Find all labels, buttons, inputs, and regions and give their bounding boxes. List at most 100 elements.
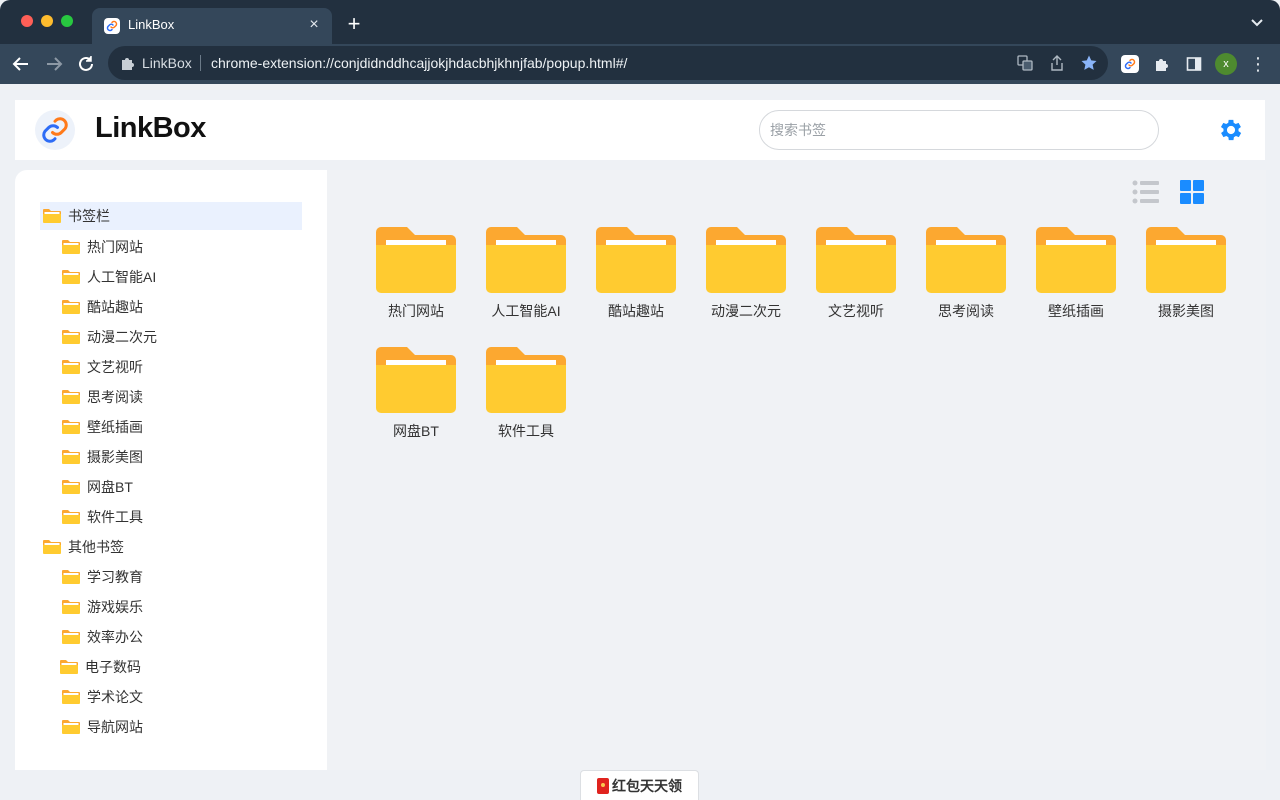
folder-card[interactable]: 摄影美图 (1136, 227, 1236, 337)
site-name: LinkBox (142, 55, 192, 71)
folder-card[interactable]: 动漫二次元 (696, 227, 796, 337)
folder-card[interactable]: 文艺视听 (806, 227, 906, 337)
folder-label: 网盘BT (393, 423, 439, 439)
settings-gear-icon[interactable] (1217, 116, 1245, 144)
tree-item[interactable]: 学术论文 (61, 683, 143, 711)
browser-tab[interactable]: LinkBox × (92, 8, 332, 44)
tree-item[interactable]: 网盘BT (61, 473, 133, 501)
tree-folder-other-bookmarks[interactable]: 其他书签 (42, 533, 124, 561)
folder-icon (43, 540, 61, 554)
tree-item-label: 网盘BT (87, 479, 133, 495)
tree-item[interactable]: 思考阅读 (61, 383, 143, 411)
linkbox-favicon-icon (104, 18, 120, 34)
tree-item-label: 摄影美图 (87, 449, 143, 465)
extensions-puzzle-icon[interactable] (1151, 53, 1173, 75)
tree-item-label: 电子数码 (85, 659, 141, 675)
folder-icon (62, 420, 80, 434)
profile-avatar[interactable]: x (1215, 53, 1237, 75)
app-header: LinkBox (15, 100, 1265, 160)
tree-item-label: 思考阅读 (87, 389, 143, 405)
tree-item[interactable]: 热门网站 (61, 233, 143, 261)
folder-card[interactable]: 思考阅读 (916, 227, 1016, 337)
address-divider (200, 55, 201, 71)
tree-item[interactable]: 摄影美图 (61, 443, 143, 471)
tree-item[interactable]: 游戏娱乐 (61, 593, 143, 621)
address-bar[interactable]: LinkBox chrome-extension://conjdidnddhca… (108, 46, 1108, 80)
folder-icon (376, 347, 456, 413)
folder-tree-sidebar: 书签栏 热门网站 人工智能AI 酷站趣站 动漫二次元 文艺视听 思考阅读 壁纸插… (15, 170, 327, 770)
folder-icon (376, 227, 456, 293)
app-title: LinkBox (95, 112, 206, 144)
folder-card[interactable]: 酷站趣站 (586, 227, 686, 337)
tree-item-label: 文艺视听 (87, 359, 143, 375)
tree-item-label: 软件工具 (87, 509, 143, 525)
tree-item[interactable]: 酷站趣站 (61, 293, 143, 321)
linkbox-logo-icon (35, 110, 75, 150)
folder-icon (486, 227, 566, 293)
tree-item-label: 效率办公 (87, 629, 143, 645)
browser-toolbar: LinkBox chrome-extension://conjdidnddhca… (0, 44, 1280, 84)
reload-icon[interactable] (74, 52, 98, 76)
tree-item[interactable]: 电子数码 (59, 653, 141, 681)
red-packet-button[interactable]: 红包天天领 (580, 770, 699, 800)
folder-label: 思考阅读 (938, 303, 994, 319)
tree-item[interactable]: 软件工具 (61, 503, 143, 531)
tree-item[interactable]: 导航网站 (61, 713, 143, 741)
tree-item[interactable]: 人工智能AI (61, 263, 156, 291)
tree-item-label: 导航网站 (87, 719, 143, 735)
tree-item-label: 学习教育 (87, 569, 143, 585)
new-tab-button[interactable]: + (342, 12, 366, 36)
folder-icon (62, 270, 80, 284)
folder-card[interactable]: 软件工具 (476, 347, 576, 457)
folder-icon (62, 330, 80, 344)
maximize-window-button[interactable] (61, 15, 73, 27)
side-panel-icon[interactable] (1183, 53, 1205, 75)
folder-icon (62, 300, 80, 314)
linkbox-extension-icon[interactable] (1119, 53, 1141, 75)
browser-menu-icon[interactable]: ⋮ (1248, 52, 1268, 76)
folder-label: 动漫二次元 (711, 303, 781, 319)
folder-label: 酷站趣站 (608, 303, 664, 319)
folder-label: 文艺视听 (828, 303, 884, 319)
translate-icon[interactable] (1016, 54, 1034, 72)
folder-icon (1146, 227, 1226, 293)
folder-card[interactable]: 网盘BT (366, 347, 466, 457)
tree-folder-bookmarks-bar[interactable]: 书签栏 (40, 202, 302, 230)
forward-arrow-icon[interactable] (42, 52, 66, 76)
tree-item[interactable]: 壁纸插画 (61, 413, 143, 441)
list-view-icon[interactable] (1132, 178, 1160, 206)
folder-card[interactable]: 壁纸插画 (1026, 227, 1126, 337)
tree-item-label: 酷站趣站 (87, 299, 143, 315)
red-envelope-icon (597, 777, 609, 794)
back-arrow-icon[interactable] (9, 52, 33, 76)
tree-item[interactable]: 效率办公 (61, 623, 143, 651)
minimize-window-button[interactable] (41, 15, 53, 27)
folder-icon (62, 240, 80, 254)
puzzle-icon (120, 55, 136, 71)
folder-card[interactable]: 人工智能AI (476, 227, 576, 337)
folder-card[interactable]: 热门网站 (366, 227, 466, 337)
tree-item[interactable]: 文艺视听 (61, 353, 143, 381)
folder-label: 摄影美图 (1158, 303, 1214, 319)
bookmark-star-icon[interactable] (1080, 54, 1098, 72)
red-packet-label: 红包天天领 (612, 777, 682, 794)
share-icon[interactable] (1048, 54, 1066, 72)
folder-label: 软件工具 (498, 423, 554, 439)
tree-item[interactable]: 学习教育 (61, 563, 143, 591)
bookmark-search-input[interactable] (759, 110, 1159, 150)
url-text[interactable]: chrome-extension://conjdidnddhcajjokjhda… (211, 55, 627, 71)
folder-icon (62, 390, 80, 404)
tab-close-icon[interactable]: × (304, 15, 324, 35)
folder-icon (926, 227, 1006, 293)
tree-item-label: 壁纸插画 (87, 419, 143, 435)
folder-icon (62, 630, 80, 644)
tree-folder-label: 其他书签 (68, 539, 124, 555)
tab-search-chevron-icon[interactable] (1246, 12, 1268, 34)
tree-item[interactable]: 动漫二次元 (61, 323, 157, 351)
grid-view-icon[interactable] (1178, 178, 1206, 206)
folder-icon (62, 690, 80, 704)
folder-icon (486, 347, 566, 413)
close-window-button[interactable] (21, 15, 33, 27)
folder-grid-panel: 热门网站 人工智能AI 酷站趣站 动漫二次元 文艺视听 思考阅读 壁纸插画 摄影… (327, 170, 1266, 770)
browser-titlebar: LinkBox × + (0, 0, 1280, 44)
